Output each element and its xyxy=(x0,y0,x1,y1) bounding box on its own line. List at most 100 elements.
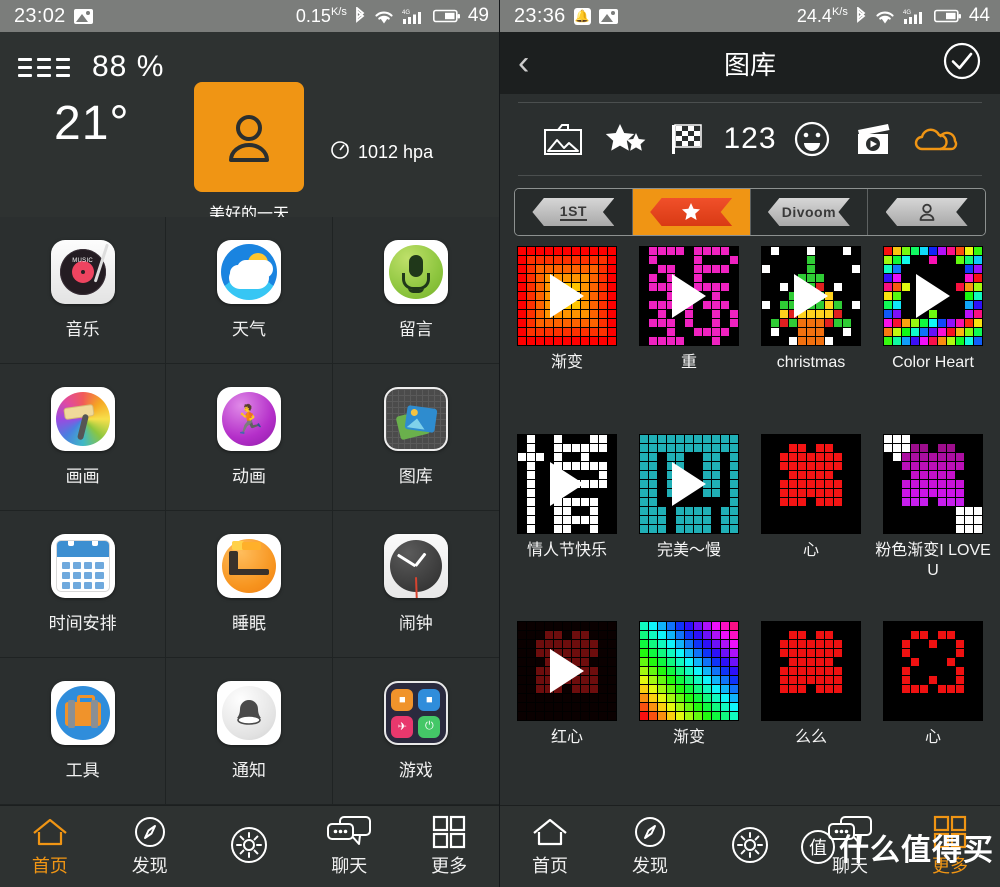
thumbnail-dark-red-heart[interactable] xyxy=(517,621,617,722)
status-time: 23:36 xyxy=(514,4,566,27)
thumbnail-red-heart-2[interactable] xyxy=(761,621,861,722)
nav-item-brightness[interactable] xyxy=(200,827,300,865)
gallery-item[interactable]: 心 xyxy=(874,621,992,805)
signal-icon: 4G xyxy=(903,8,927,25)
app-tile-alarm[interactable]: 闹钟 xyxy=(332,511,499,658)
app-tile-voice-message[interactable]: 留言 xyxy=(332,217,499,364)
gallery-caption: 渐变 xyxy=(672,729,705,747)
gallery-caption: Color Heart xyxy=(892,354,974,371)
gallery-caption: 红心 xyxy=(550,729,583,747)
nav-label: 更多 xyxy=(431,856,468,876)
nav-item-discover[interactable]: 发现 xyxy=(100,815,200,878)
watermark-text: 什么值得买 xyxy=(839,834,994,867)
brightness-icon xyxy=(227,827,271,863)
gallery-caption: 心 xyxy=(924,729,941,747)
gallery-item[interactable]: 心 xyxy=(752,433,870,618)
battery-level: 49 xyxy=(467,5,489,26)
network-speed: 0.15K/s xyxy=(295,5,347,26)
bluetooth-icon xyxy=(855,7,867,25)
microphone-icon xyxy=(383,240,448,304)
play-icon xyxy=(672,461,706,506)
app-tile-schedule[interactable]: 时间安排 xyxy=(0,511,167,658)
network-unit: K/s xyxy=(831,5,848,18)
nav-item-home[interactable]: 首页 xyxy=(0,815,100,878)
thumbnail-teal-glyph[interactable] xyxy=(639,433,739,534)
gallery-item[interactable]: 红心 xyxy=(508,621,626,805)
mood-tile[interactable]: 美好的一天 xyxy=(194,82,304,224)
gallery-caption: 情人节快乐 xyxy=(526,541,607,559)
gallery-item[interactable]: Color Heart xyxy=(874,246,992,430)
app-tile-weather[interactable]: 天气 xyxy=(166,217,333,364)
tab-starred[interactable] xyxy=(632,189,751,235)
thumbnail-rainbow-heart[interactable] xyxy=(883,246,983,346)
play-icon xyxy=(550,461,584,506)
tab-1st[interactable]: 1ST xyxy=(515,189,633,235)
checkered-flag-icon[interactable] xyxy=(662,115,714,163)
app-tile-gallery[interactable]: 图库 xyxy=(332,364,499,511)
thumbnail-christmas-tree[interactable] xyxy=(761,246,861,346)
gallery-item[interactable]: 情人节快乐 xyxy=(508,433,626,618)
thumbnail-magenta-glyph[interactable] xyxy=(639,246,739,346)
gallery-caption: 心 xyxy=(802,541,819,559)
gallery-item[interactable]: 完美～慢 xyxy=(630,433,748,618)
check-circle-icon[interactable] xyxy=(942,41,982,86)
humidity-icon xyxy=(18,57,70,77)
gallery-caption: 么么 xyxy=(794,729,827,747)
app-tile-games[interactable]: ■ ■ ✈ ⏻ 游戏 xyxy=(332,658,499,805)
status-right: 0.15K/s 4G 49 xyxy=(296,5,489,27)
gallery-item[interactable]: 么么 xyxy=(752,621,870,805)
app-label: 图库 xyxy=(398,467,433,486)
photo-folder-icon[interactable] xyxy=(538,115,590,163)
thumbnail-red-heart[interactable] xyxy=(761,433,861,534)
tab-label: 1ST xyxy=(559,203,587,221)
app-tile-paint[interactable]: 画画 xyxy=(0,364,167,511)
thumbnail-pink-heart[interactable] xyxy=(883,433,983,534)
gallery-item[interactable]: christmas xyxy=(752,246,870,430)
nav-item-more[interactable]: 更多 xyxy=(399,815,499,878)
gallery-caption: 粉色渐变I LOVE U xyxy=(875,541,991,579)
nav-item-home[interactable]: 首页 xyxy=(500,815,600,878)
app-tile-sleep[interactable]: 睡眠 xyxy=(166,511,333,658)
thumbnail-gradient-warm[interactable] xyxy=(517,246,617,346)
thumbnail-heart-outline[interactable] xyxy=(883,621,983,722)
gallery-item[interactable]: 渐变 xyxy=(630,621,748,805)
back-chevron-icon[interactable]: ‹ xyxy=(518,46,529,80)
thumbnail-white-glyph[interactable] xyxy=(517,433,617,534)
gallery-item[interactable]: 粉色渐变I LOVE U xyxy=(874,433,992,618)
sleep-icon xyxy=(216,534,281,598)
gallery-icon xyxy=(383,387,448,451)
thumbnail-rainbow-diagonal[interactable] xyxy=(639,621,739,722)
app-tile-music[interactable]: MUSIC 音乐 xyxy=(0,217,167,364)
mood-avatar[interactable] xyxy=(194,82,304,192)
star-icon xyxy=(650,198,733,226)
gallery-item[interactable]: 重 xyxy=(630,246,748,430)
play-icon xyxy=(672,274,706,318)
app-tile-animation[interactable]: 🏃 动画 xyxy=(166,364,333,511)
numbers-icon[interactable]: 123 xyxy=(723,115,776,163)
nav-item-discover[interactable]: 发现 xyxy=(600,815,700,878)
signal-icon: 4G xyxy=(402,8,426,25)
tab-label: Divoom xyxy=(781,204,837,220)
bluetooth-icon xyxy=(354,7,366,25)
watermark: 值 什么值得买 xyxy=(801,825,994,869)
compass-icon xyxy=(133,815,167,849)
video-clapboard-icon[interactable] xyxy=(848,115,900,163)
wifi-icon xyxy=(373,8,395,25)
cloud-icon[interactable] xyxy=(910,115,962,163)
status-left: 23:02 xyxy=(14,5,93,28)
calendar-icon xyxy=(50,534,115,598)
nav-label: 首页 xyxy=(532,856,568,876)
tab-personal[interactable] xyxy=(868,189,985,235)
gallery-caption: 完美～慢 xyxy=(656,541,721,559)
smiley-icon[interactable] xyxy=(786,115,838,163)
stars-icon[interactable] xyxy=(600,115,652,163)
gallery-item[interactable]: 渐变 xyxy=(508,246,626,430)
app-tile-notification[interactable]: 通知 xyxy=(166,658,333,805)
nav-item-chat[interactable]: 聊天 xyxy=(299,815,399,878)
wifi-icon xyxy=(874,8,896,25)
nav-item-brightness[interactable] xyxy=(700,827,800,865)
svg-text:4G: 4G xyxy=(903,10,911,16)
tab-divoom[interactable]: Divoom xyxy=(750,189,869,235)
app-tile-tools[interactable]: 工具 xyxy=(0,658,167,805)
gallery-grid: 渐变 重 christmas Color Heart 情人节快乐 完美～慢 心 … xyxy=(500,236,1000,805)
